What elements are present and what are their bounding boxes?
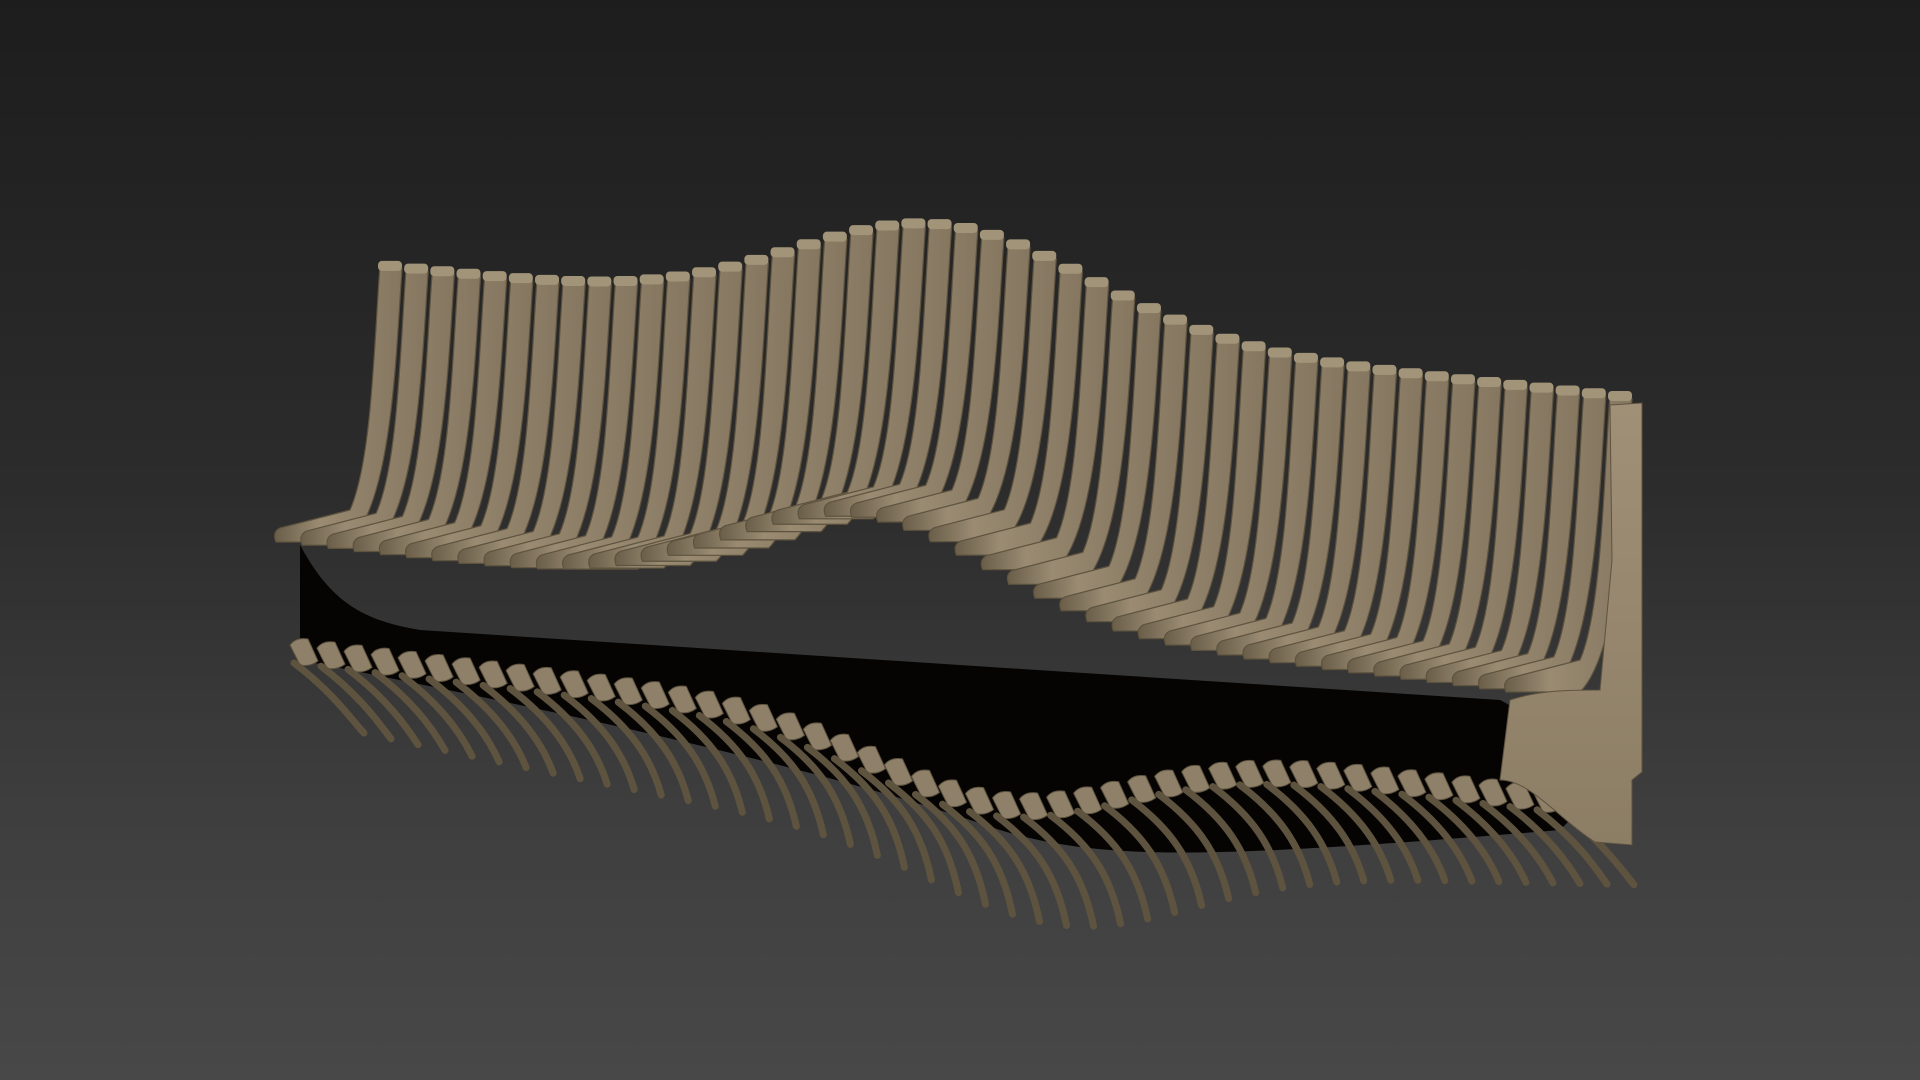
slat-top-edge: [1293, 352, 1318, 363]
slat-top-edge: [822, 231, 847, 242]
slat-top-edge: [901, 218, 926, 229]
slat-top-edge: [1032, 250, 1057, 261]
slat-top-edge: [1581, 388, 1606, 399]
slat-top-edge: [404, 263, 429, 274]
slat-top-edge: [1189, 324, 1214, 335]
slat-top-edge: [744, 254, 769, 265]
slat-top-edge: [1215, 333, 1240, 344]
slat-top-edge: [1084, 277, 1109, 288]
slat-top-edge: [587, 276, 612, 287]
slat-top-edge: [1372, 364, 1397, 375]
slat-top-edge: [456, 268, 481, 279]
slat-top-edge: [1267, 347, 1292, 358]
slat-top-edge: [979, 229, 1004, 240]
slat-top-edge: [1503, 379, 1528, 390]
slat-top-edge: [1529, 382, 1554, 393]
slat-top-edge: [1058, 263, 1083, 274]
slat-top-edge: [1163, 314, 1188, 325]
slat-top-edge: [1136, 303, 1161, 314]
3d-viewport: [0, 0, 1920, 1080]
slat-top-edge: [718, 261, 743, 272]
slat-top-edge: [1110, 290, 1135, 301]
slat-top-edge: [849, 225, 874, 236]
slat-top-edge: [770, 247, 795, 258]
slat-top-edge: [1477, 377, 1502, 388]
slat-top-edge: [378, 260, 402, 271]
slat-top-edge: [927, 219, 952, 230]
slat-top-edge: [639, 274, 664, 285]
slat-top-edge: [692, 267, 717, 278]
slat-top-edge: [875, 220, 900, 231]
slat-top-edge: [1398, 368, 1423, 379]
bench-render: [274, 218, 1643, 930]
slat-top-edge: [535, 274, 560, 285]
slat-top-edge: [665, 271, 690, 282]
slat-top-edge: [1555, 385, 1580, 396]
slat-top-edge: [561, 276, 586, 287]
slat-top-edge: [1241, 341, 1266, 352]
slat-top-edge: [1424, 371, 1449, 382]
slat-top-edge: [613, 275, 638, 286]
slat-top-edge: [1320, 357, 1345, 368]
slat-top-edge: [953, 222, 978, 233]
slat-top-edge: [430, 266, 455, 277]
bench-upper-slats: [274, 218, 1633, 693]
slat-top-edge: [1450, 374, 1475, 385]
slat-top-edge: [508, 273, 533, 284]
slat-top-edge: [1608, 390, 1632, 401]
slat-top-edge: [1006, 239, 1031, 250]
slat-top-edge: [1346, 361, 1371, 372]
slat-top-edge: [796, 239, 821, 250]
slat-top-edge: [482, 271, 507, 282]
